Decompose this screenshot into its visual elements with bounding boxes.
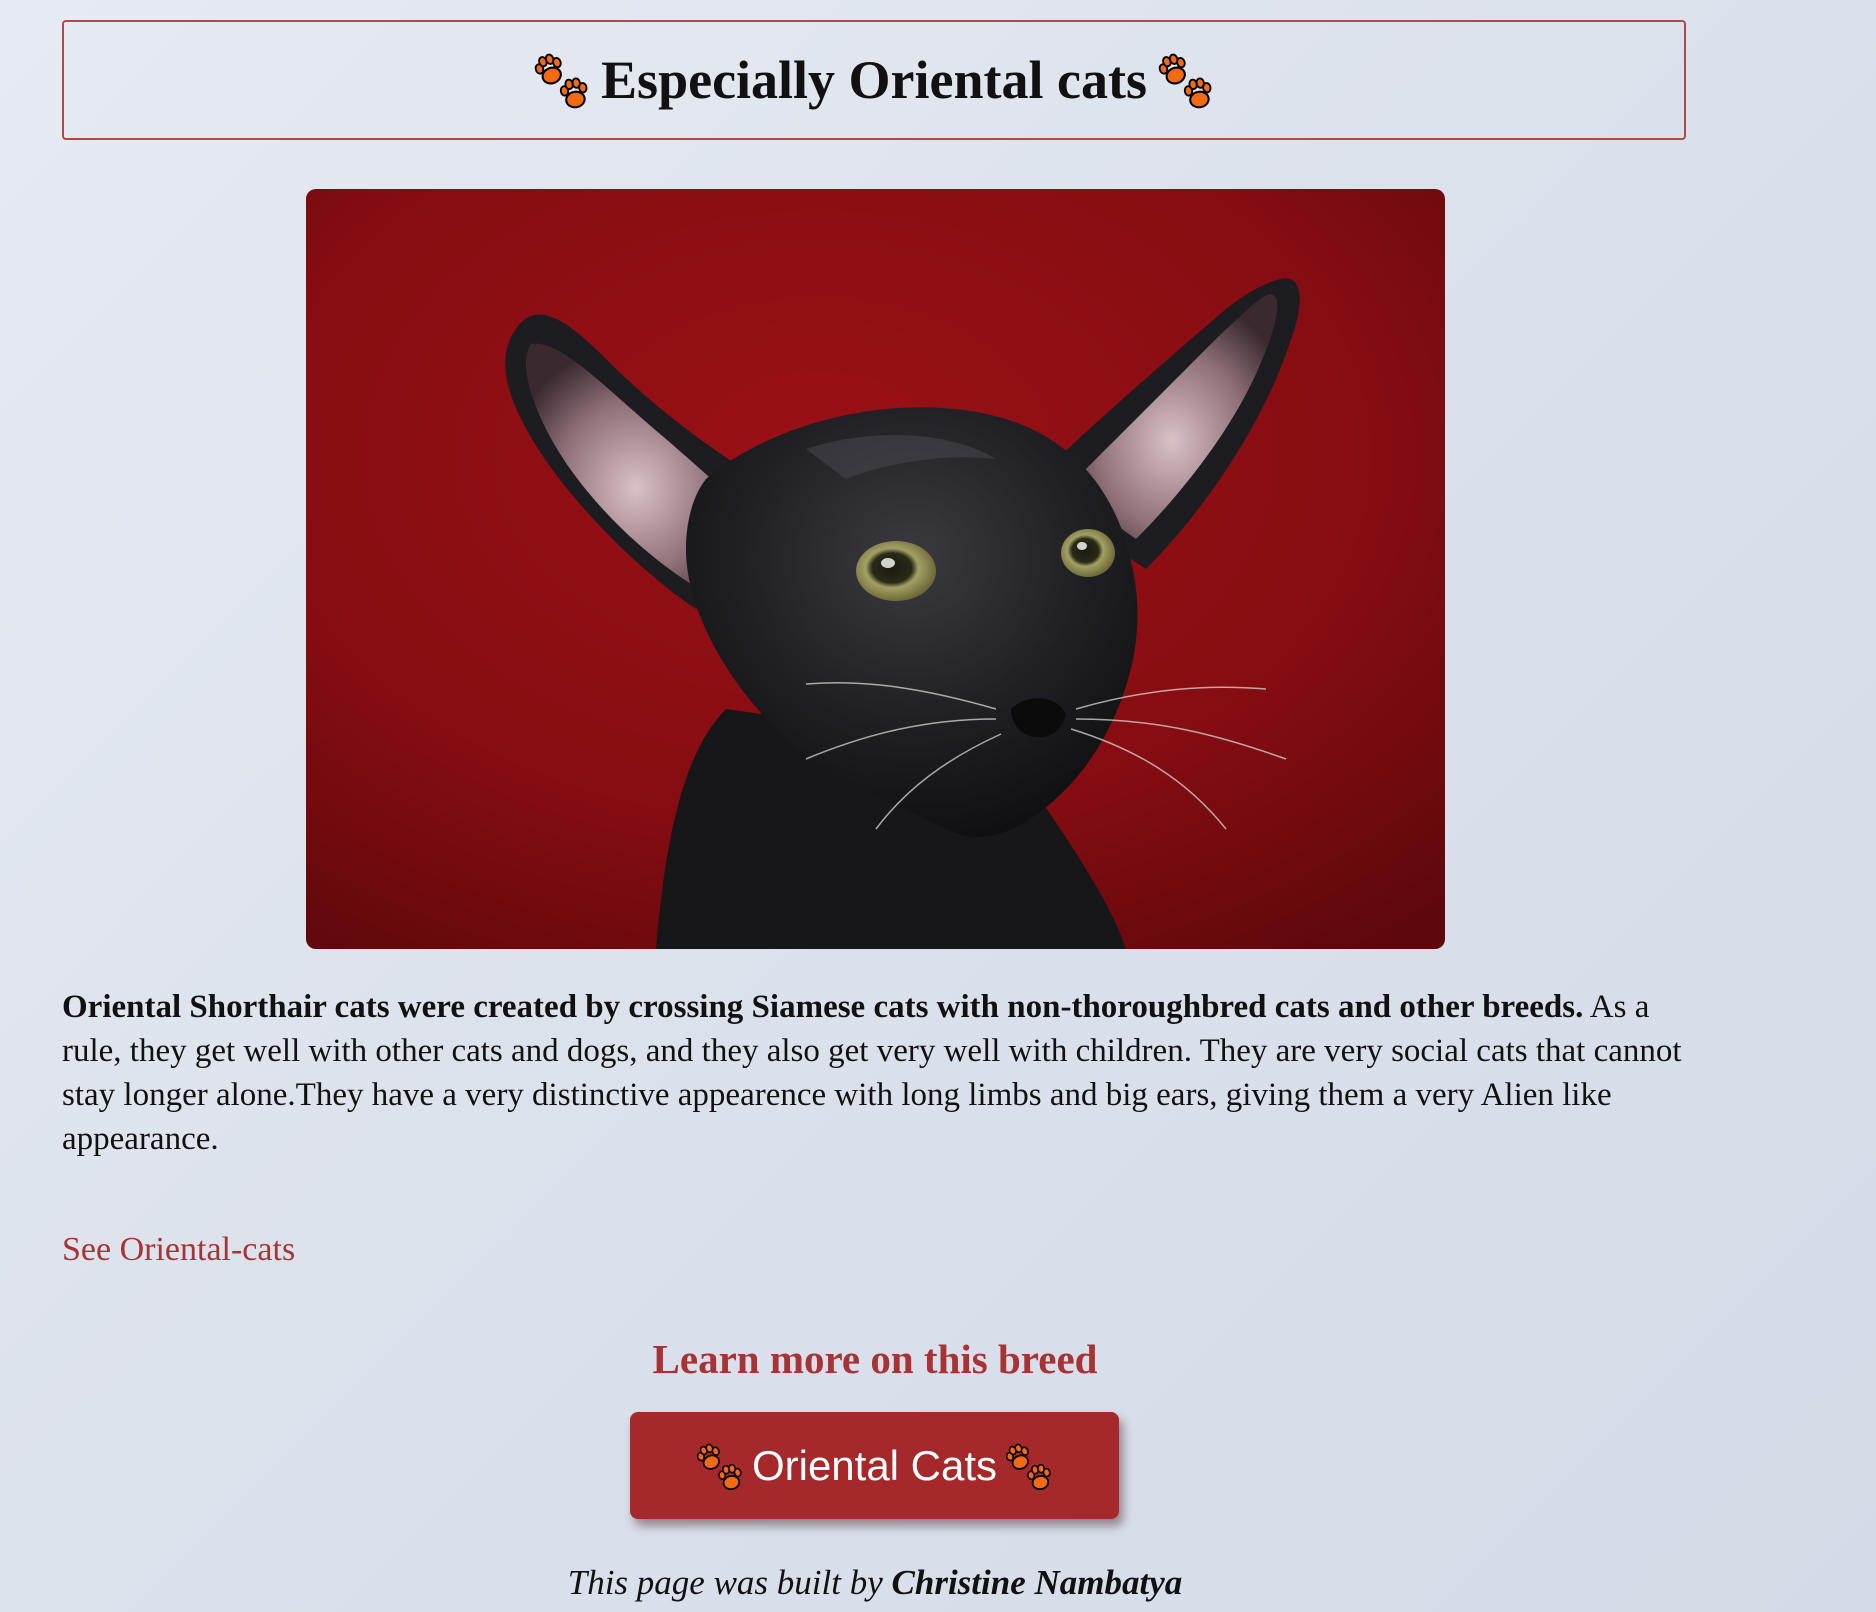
footer-author: Christine Nambatya [891,1563,1183,1602]
learn-more-heading: Learn more on this breed [652,1336,1098,1382]
paw-prints-icon [1153,47,1219,113]
cat-photo-image [306,189,1445,949]
page-footer: This page was built by Christine Nambaty… [0,1563,1750,1603]
paw-prints-icon [692,1438,748,1494]
cat-photo [306,189,1445,949]
page-title: Especially Oriental cats [529,47,1219,113]
oriental-cats-button[interactable]: Oriental Cats [630,1412,1119,1519]
see-oriental-cats-link[interactable]: See Oriental-cats [62,1231,295,1269]
footer-prefix: This page was built by [567,1563,892,1602]
breed-description: Oriental Shorthair cats were created by … [62,985,1702,1161]
paw-prints-icon [529,47,595,113]
description-bold: Oriental Shorthair cats were created by … [62,989,1584,1025]
page-title-text: Especially Oriental cats [601,50,1147,110]
oriental-cats-button-label: Oriental Cats [751,1441,998,1489]
paw-prints-icon [1001,1438,1057,1494]
page-header: Especially Oriental cats [62,20,1686,140]
